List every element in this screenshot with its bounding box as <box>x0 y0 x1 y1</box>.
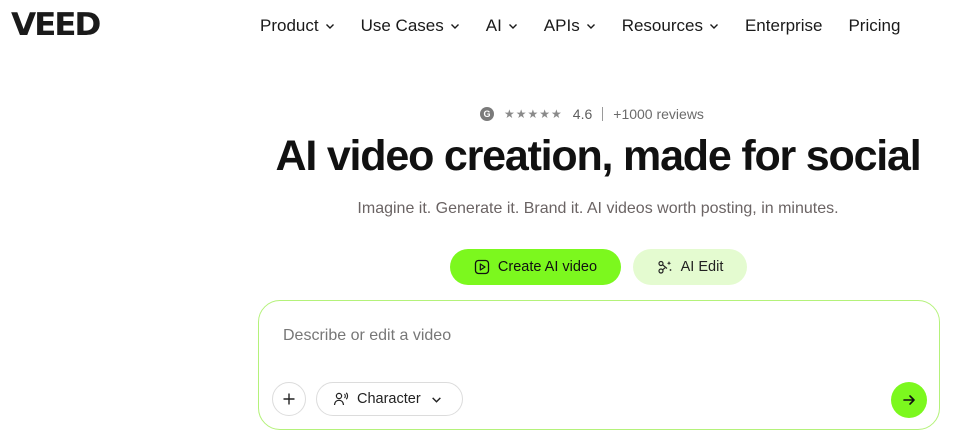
nav-item-apis[interactable]: APIs <box>544 16 596 36</box>
nav-item-label: Product <box>260 16 319 35</box>
chevron-down-icon <box>431 396 441 403</box>
star-rating: ★★★★★ <box>504 107 563 121</box>
chevron-down-icon <box>325 24 334 29</box>
hero-subtitle: Imagine it. Generate it. Brand it. AI vi… <box>357 200 839 217</box>
character-label: Character <box>357 391 421 407</box>
chevron-down-icon <box>709 24 718 29</box>
nav-item-label: Resources <box>621 16 703 35</box>
hero-title: AI video creation, made for social <box>275 132 921 180</box>
chevron-down-icon <box>586 24 595 29</box>
ai-edit-label: AI Edit <box>680 259 724 275</box>
arrow-right-icon <box>903 395 915 405</box>
prompt-box: Character <box>258 300 940 430</box>
nav-item-resources[interactable]: Resources <box>622 16 719 36</box>
main-nav: Product Use Cases AI APIs Resources Ente… <box>260 14 926 38</box>
create-ai-video-label: Create AI video <box>497 259 598 275</box>
plus-icon <box>283 393 295 405</box>
character-voice-icon <box>333 392 349 406</box>
nav-item-pricing[interactable]: Pricing <box>848 16 900 36</box>
nav-item-label: Use Cases <box>360 16 444 35</box>
play-square-icon <box>474 259 490 275</box>
nav-item-enterprise[interactable]: Enterprise <box>745 16 822 36</box>
send-button[interactable] <box>891 382 927 418</box>
rating-score: 4.6 <box>572 106 593 122</box>
logo-text: VEED <box>11 7 101 43</box>
nav-item-use-cases[interactable]: Use Cases <box>361 16 460 36</box>
create-ai-video-button[interactable]: Create AI video <box>450 249 621 285</box>
sparkle-scissors-icon <box>658 260 672 274</box>
ai-edit-button[interactable]: AI Edit <box>633 249 747 285</box>
review-count: +1000 reviews <box>613 106 704 122</box>
nav-item-ai[interactable]: AI <box>486 16 518 36</box>
veed-logo[interactable]: VEED <box>11 7 101 43</box>
nav-item-product[interactable]: Product <box>260 16 335 36</box>
character-dropdown[interactable]: Character <box>316 382 463 416</box>
chevron-down-icon <box>508 24 517 29</box>
add-attachment-button[interactable] <box>272 382 306 416</box>
nav-item-label: APIs <box>543 16 580 35</box>
nav-item-label: Pricing <box>848 16 901 35</box>
nav-item-label: AI <box>485 16 502 35</box>
rating-row: G ★★★★★ 4.6 +1000 reviews <box>480 106 704 122</box>
chevron-down-icon <box>450 24 459 29</box>
prompt-input[interactable] <box>283 325 883 347</box>
nav-item-label: Enterprise <box>744 16 823 35</box>
google-g-icon: G <box>480 107 494 121</box>
divider <box>602 107 604 121</box>
